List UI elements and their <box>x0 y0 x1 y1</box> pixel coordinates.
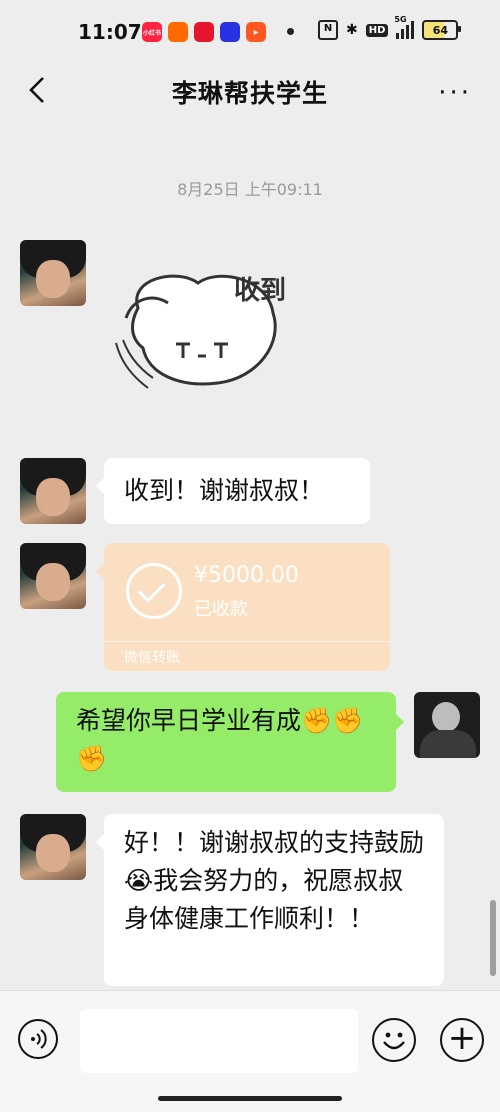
network-type: 5G <box>394 15 407 24</box>
voice-button[interactable] <box>18 1019 58 1059</box>
transfer-status: 已收款 <box>194 599 248 620</box>
sticker-caption: 收到 <box>234 276 287 306</box>
contact-avatar[interactable] <box>20 458 86 524</box>
xiaohongshu-icon: 小红书 <box>142 22 162 42</box>
transfer-amount: ¥5000.00 <box>194 563 299 588</box>
battery-level: 64 <box>432 23 449 37</box>
weibo-icon <box>194 22 214 42</box>
message-bubble[interactable]: 收到！谢谢叔叔！ <box>96 458 370 524</box>
message-timestamp: 8月25日 上午09:11 <box>177 180 323 199</box>
smiley-icon <box>383 1032 405 1050</box>
transfer-footer: 微信转账 <box>124 650 180 666</box>
outgoing-message-bubble[interactable]: 希望你早日学业有成✊✊✊ <box>56 692 404 792</box>
sticker-message[interactable]: 收到 <box>108 248 308 408</box>
message-input[interactable] <box>80 1009 358 1073</box>
transfer-card[interactable]: ¥5000.00 已收款 微信转账 <box>96 543 390 671</box>
battery-icon: 64 <box>422 20 462 40</box>
message-text: 希望你早日学业有成✊✊✊ <box>76 706 364 773</box>
app-icon <box>168 22 188 42</box>
contact-avatar[interactable] <box>20 543 86 609</box>
chat-title: 李琳帮扶学生 <box>171 79 328 108</box>
message-text: 好！！谢谢叔叔的支持鼓励😭我会努力的，祝愿叔叔身体健康工作顺利！！ <box>124 828 425 933</box>
contact-avatar[interactable] <box>20 240 86 306</box>
hd-icon: HD <box>365 23 389 37</box>
check-circle-icon <box>126 563 182 619</box>
signal-icon: 5G <box>394 15 415 39</box>
chat-header: 李琳帮扶学生 ··· <box>0 60 500 120</box>
more-functions-button[interactable]: + <box>440 1018 484 1062</box>
message-bubble[interactable]: 好！！谢谢叔叔的支持鼓励😭我会努力的，祝愿叔叔身体健康工作顺利！！ <box>96 814 444 986</box>
scrollbar[interactable] <box>490 900 496 976</box>
input-bar: + <box>0 990 500 1112</box>
contact-avatar[interactable] <box>20 814 86 880</box>
video-app-icon: ▶ <box>246 22 266 42</box>
system-icons: N ✱ HD 5G 64 <box>318 15 462 40</box>
home-indicator[interactable] <box>158 1096 342 1101</box>
notification-icons: 小红书 ▶ <box>142 22 266 42</box>
emoji-button[interactable] <box>372 1018 416 1062</box>
baidu-icon <box>220 22 240 42</box>
more-options-button[interactable]: ··· <box>438 78 472 108</box>
voice-icon <box>31 1029 47 1049</box>
notification-dot-icon <box>287 28 294 35</box>
nfc-icon: N <box>318 20 338 40</box>
divider <box>104 641 390 642</box>
status-time: 11:07 <box>78 20 142 44</box>
status-bar: 11:07 小红书 ▶ N ✱ HD 5G 64 <box>0 0 500 60</box>
bluetooth-icon: ✱ <box>346 22 358 38</box>
my-avatar[interactable] <box>414 692 480 758</box>
message-text: 收到！谢谢叔叔！ <box>124 476 325 505</box>
plus-icon: + <box>447 1018 477 1058</box>
